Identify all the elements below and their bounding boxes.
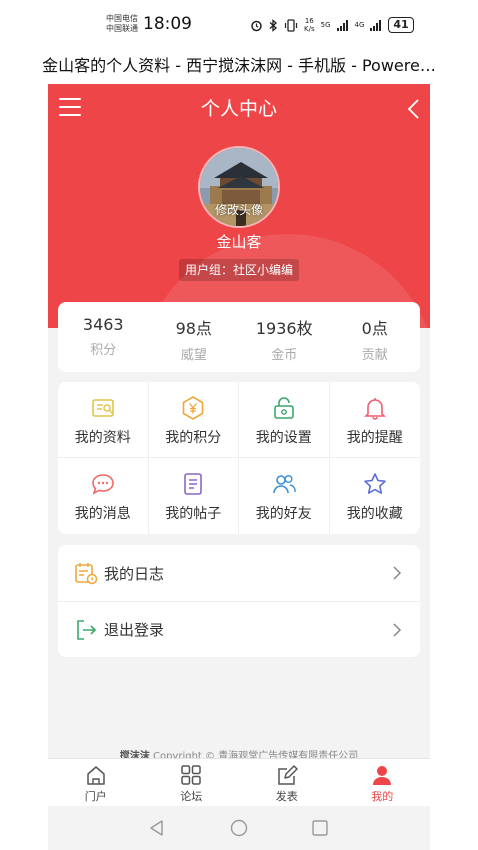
alarm-icon xyxy=(251,20,262,31)
bluetooth-icon xyxy=(269,18,277,32)
home-icon xyxy=(87,766,105,785)
stat-coins[interactable]: 1936枚 金币 xyxy=(239,302,330,372)
back-nav-icon[interactable] xyxy=(147,818,167,838)
star-icon xyxy=(363,473,386,494)
menu-list: 我的日志 退出登录 xyxy=(58,545,420,657)
stat-label: 贡献 xyxy=(361,348,388,363)
stat-value: 3463 xyxy=(82,315,124,334)
chevron-right-icon xyxy=(393,566,402,580)
tab-home[interactable]: 门户 xyxy=(48,759,144,806)
chevron-right-icon xyxy=(393,623,402,637)
grid-item-messages[interactable]: 我的消息 xyxy=(58,458,149,534)
grid-item-settings[interactable]: 我的设置 xyxy=(239,382,330,458)
stat-value: 98点 xyxy=(175,319,212,338)
feature-grid: 我的资料 我的积分 我的设置 我的提醒 我的消息 我的帖子 我的好友 我的收藏 xyxy=(58,382,420,534)
stat-prestige[interactable]: 98点 威望 xyxy=(149,302,240,372)
usergroup-badge: 用户组：社区小编编 xyxy=(179,259,299,281)
stat-value: 0点 xyxy=(361,319,388,338)
grid-item-friends[interactable]: 我的好友 xyxy=(239,458,330,534)
user-icon xyxy=(373,766,392,785)
tab-label: 发表 xyxy=(275,790,298,803)
grid-item-posts[interactable]: 我的帖子 xyxy=(149,458,239,534)
list-item-diary[interactable]: 我的日志 xyxy=(58,545,420,601)
stat-value: 1936枚 xyxy=(255,319,313,338)
net-speed-unit: K/s xyxy=(304,25,315,33)
net-speed-value: 16 xyxy=(304,17,314,25)
diary-icon xyxy=(75,563,98,585)
app-frame: 个人中心 修改头像 金山客 用户组：社区小编编 3463 积分 98点 威望 1… xyxy=(48,84,430,806)
username: 金山客 xyxy=(216,233,262,251)
list-label: 我的日志 xyxy=(104,564,165,583)
stat-label: 威望 xyxy=(180,348,207,363)
stats-card: 3463 积分 98点 威望 1936枚 金币 0点 贡献 xyxy=(58,302,420,372)
bell-icon xyxy=(363,398,386,420)
grid-item-profile[interactable]: 我的资料 xyxy=(58,382,149,458)
grid-label: 我的帖子 xyxy=(165,506,222,522)
settings-icon xyxy=(273,397,294,419)
signal-icon-2 xyxy=(370,19,382,31)
stat-label: 金币 xyxy=(271,348,298,363)
grid-item-reminders[interactable]: 我的提醒 xyxy=(329,382,420,458)
stat-label: 积分 xyxy=(90,343,117,358)
recents-nav-icon[interactable] xyxy=(310,818,330,838)
profile-header: 个人中心 修改头像 金山客 用户组：社区小编编 xyxy=(48,84,430,328)
friends-icon xyxy=(272,474,296,494)
grid-label: 我的好友 xyxy=(255,506,312,522)
grid-label: 我的积分 xyxy=(165,430,222,446)
carrier-2: 中国联通 xyxy=(106,24,138,33)
avatar[interactable]: 修改头像 xyxy=(198,146,280,228)
message-icon xyxy=(91,474,114,495)
grid-label: 我的提醒 xyxy=(346,430,403,446)
tab-forum[interactable]: 论坛 xyxy=(144,759,240,806)
list-label: 退出登录 xyxy=(104,621,165,639)
bottom-tab-bar: 门户 论坛 发表 我的 xyxy=(48,758,430,806)
vibrate-icon xyxy=(284,18,298,32)
page-title: 个人中心 xyxy=(200,98,277,120)
signal-1-label: 5G xyxy=(320,21,331,29)
status-time: 18:09 xyxy=(143,14,192,34)
list-item-logout[interactable]: 退出登录 xyxy=(58,601,420,657)
stat-contribution[interactable]: 0点 贡献 xyxy=(330,302,421,372)
back-icon[interactable] xyxy=(404,98,424,120)
tab-me[interactable]: 我的 xyxy=(335,759,431,806)
status-bar: 中国电信 中国联通 18:09 16 K/s 5G 4G 41 xyxy=(0,0,478,48)
grid-label: 我的消息 xyxy=(74,506,131,522)
signal-2-label: 4G xyxy=(354,21,365,29)
tab-label: 论坛 xyxy=(180,790,203,803)
net-speed: 16 K/s xyxy=(304,17,315,33)
tab-compose[interactable]: 发表 xyxy=(239,759,335,806)
compose-icon xyxy=(278,765,298,785)
points-icon xyxy=(182,396,204,420)
logout-icon xyxy=(77,619,97,640)
tab-label: 我的 xyxy=(371,790,394,803)
browser-page-title: 金山客的个人资料 - 西宁搅沫沫网 - 手机版 - Powere… xyxy=(0,48,478,84)
tab-label: 门户 xyxy=(84,790,107,803)
battery-indicator: 41 xyxy=(388,17,414,33)
signal-icon xyxy=(336,19,348,31)
avatar-edit-label: 修改头像 xyxy=(214,203,263,217)
carrier-names: 中国电信 中国联通 xyxy=(106,14,138,34)
forum-icon xyxy=(181,765,201,785)
system-nav-bar xyxy=(48,806,430,850)
profile-icon xyxy=(91,399,114,417)
grid-label: 我的收藏 xyxy=(346,506,403,522)
stat-points[interactable]: 3463 积分 xyxy=(58,302,149,372)
grid-item-favorites[interactable]: 我的收藏 xyxy=(330,458,421,534)
system-icons: 16 K/s 5G 4G 41 xyxy=(250,17,414,33)
post-icon xyxy=(184,473,203,495)
grid-label: 我的资料 xyxy=(74,430,131,446)
carrier-1: 中国电信 xyxy=(106,14,138,23)
home-nav-icon[interactable] xyxy=(229,818,249,838)
grid-item-points[interactable]: 我的积分 xyxy=(148,382,239,458)
grid-label: 我的设置 xyxy=(255,430,312,446)
